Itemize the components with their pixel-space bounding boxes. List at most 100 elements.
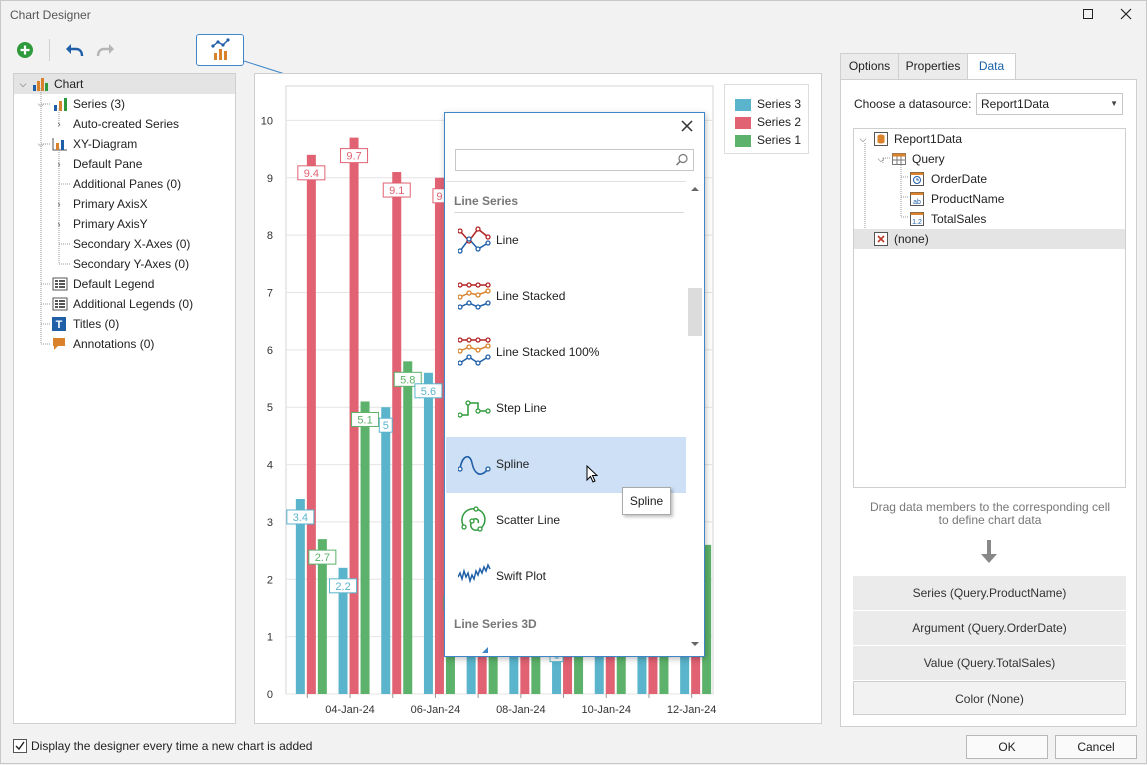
ok-button[interactable]: OK: [966, 735, 1048, 759]
cancel-button[interactable]: Cancel: [1055, 735, 1137, 759]
legend-item-series-3: Series 3: [735, 97, 801, 115]
chart-type-button[interactable]: [196, 34, 244, 66]
maximize-button[interactable]: [1077, 5, 1099, 25]
tree-item-additional-legends[interactable]: Additional Legends (0): [14, 294, 235, 314]
maximize-icon: [1083, 9, 1093, 19]
legend-swatch: [735, 134, 751, 147]
tab-options[interactable]: Options: [840, 53, 899, 80]
ds-node-label: Report1Data: [894, 132, 963, 146]
chevron-right-icon[interactable]: ›: [54, 154, 64, 174]
ds-node-report1data[interactable]: ⌵ Report1Data: [854, 129, 1125, 149]
y-tick-label: 0: [267, 689, 273, 701]
ds-field-orderdate[interactable]: OrderDate: [854, 169, 1125, 189]
chevron-down-icon[interactable]: ⌵: [36, 94, 46, 114]
series-cell[interactable]: Series (Query.ProductName): [853, 576, 1126, 610]
series-search-input[interactable]: [456, 150, 666, 170]
chevron-right-icon[interactable]: ›: [54, 194, 64, 214]
tree-item-primary-axisy[interactable]: › Primary AxisY: [14, 214, 235, 234]
tree-item-auto-created-series[interactable]: › Auto-created Series: [14, 114, 235, 134]
add-button[interactable]: [13, 38, 37, 62]
ds-node-query[interactable]: ⌵ Query: [854, 149, 1125, 169]
close-icon: [1120, 8, 1132, 20]
tree-item-label: Default Legend: [73, 277, 155, 291]
series-type-line-stacked[interactable]: Line Stacked: [446, 269, 686, 325]
data-label: 9.7: [340, 148, 369, 164]
popup-scrollbar[interactable]: [686, 181, 704, 653]
chart-type-icon: [211, 38, 230, 60]
series-type-label: Line Stacked: [496, 289, 566, 303]
chevron-down-icon[interactable]: ⌵: [36, 134, 46, 154]
resize-grip-icon[interactable]: [481, 646, 489, 654]
chevron-right-icon[interactable]: ›: [54, 114, 64, 134]
add-icon: [17, 42, 33, 58]
y-tick-label: 6: [267, 345, 273, 357]
redo-button[interactable]: [94, 38, 118, 62]
checkmark-icon: [15, 741, 25, 751]
tab-properties[interactable]: Properties: [898, 53, 968, 80]
series-type-line[interactable]: Line: [446, 213, 686, 269]
series-type-label: Line: [496, 233, 519, 247]
chevron-down-icon[interactable]: ⌵: [18, 74, 28, 94]
legend-label: Series 1: [757, 133, 802, 147]
bar: [295, 498, 305, 694]
tree-item-secondary-y-axes[interactable]: Secondary Y-Axes (0): [14, 254, 235, 274]
ds-node-label: (none): [894, 232, 929, 246]
tree-item-annotations[interactable]: Annotations (0): [14, 334, 235, 354]
tree-item-titles[interactable]: T Titles (0): [14, 314, 235, 334]
chevron-right-icon[interactable]: ›: [54, 214, 64, 234]
y-tick-label: 7: [267, 287, 273, 299]
data-label: 2.2: [329, 578, 358, 594]
y-tick-label: 4: [267, 460, 273, 472]
x-tick-label: 08-Jan-24: [496, 704, 546, 716]
series-type-line-stacked-100[interactable]: Line Stacked 100%: [446, 325, 686, 381]
diagram-icon: [52, 138, 67, 151]
y-tick-label: 9: [267, 173, 273, 185]
value-cell[interactable]: Value (Query.TotalSales): [853, 646, 1126, 680]
y-tick-label: 1: [267, 632, 273, 644]
tree-item-primary-axisx[interactable]: › Primary AxisX: [14, 194, 235, 214]
window-title: Chart Designer: [10, 8, 91, 22]
bar: [360, 401, 370, 694]
tree-item-chart[interactable]: ⌵ Chart: [14, 74, 235, 94]
datasource-icon: [874, 132, 888, 146]
scrollbar-thumb: [688, 288, 702, 336]
y-tick-label: 2: [267, 574, 273, 586]
tree-item-label: Primary AxisY: [73, 217, 148, 231]
argument-cell[interactable]: Argument (Query.OrderDate): [853, 611, 1126, 645]
chevron-down-icon[interactable]: ⌵: [858, 129, 868, 149]
undo-button[interactable]: [62, 38, 86, 62]
tree-item-additional-panes[interactable]: Additional Panes (0): [14, 174, 235, 194]
bar: [403, 361, 413, 694]
series-search-box[interactable]: [455, 149, 694, 171]
show-designer-checkbox[interactable]: [13, 739, 27, 753]
dropdown-arrow-icon[interactable]: ▼: [1110, 94, 1118, 114]
tree-item-series[interactable]: ⌵ Series (3): [14, 94, 235, 114]
tree-item-label: Secondary X-Axes (0): [73, 237, 191, 251]
y-tick-label: 10: [261, 115, 273, 127]
data-label-text: 9.7: [346, 151, 361, 163]
tree-item-xy-diagram[interactable]: ⌵ XY-Diagram: [14, 134, 235, 154]
ds-field-productname[interactable]: ab ProductName: [854, 189, 1125, 209]
ds-node-none[interactable]: (none): [854, 229, 1125, 249]
close-popup-button[interactable]: [678, 119, 696, 137]
datasource-combobox[interactable]: Report1Data ▼: [976, 93, 1123, 115]
tree-item-label: Annotations (0): [73, 337, 155, 351]
tree-item-secondary-x-axes[interactable]: Secondary X-Axes (0): [14, 234, 235, 254]
series-type-swift-plot[interactable]: Swift Plot: [446, 549, 686, 605]
close-window-button[interactable]: [1115, 5, 1137, 25]
color-cell[interactable]: Color (None): [853, 681, 1126, 715]
series-type-step-line[interactable]: Step Line: [446, 381, 686, 437]
data-label-text: 2.2: [335, 581, 350, 593]
legend-icon: [52, 277, 68, 291]
ds-field-totalsales[interactable]: 1.2 TotalSales: [854, 209, 1125, 229]
svg-text:T: T: [56, 319, 63, 331]
line-stacked-icon: [458, 282, 491, 310]
tab-data[interactable]: Data: [967, 53, 1016, 80]
date-field-icon: [910, 172, 924, 186]
series-type-label: Scatter Line: [496, 513, 561, 527]
tree-item-default-pane[interactable]: › Default Pane: [14, 154, 235, 174]
series-type-spline[interactable]: Spline: [446, 437, 686, 493]
chevron-down-icon[interactable]: ⌵: [876, 149, 886, 169]
step-line-icon: [458, 400, 491, 418]
tree-item-default-legend[interactable]: Default Legend: [14, 274, 235, 294]
